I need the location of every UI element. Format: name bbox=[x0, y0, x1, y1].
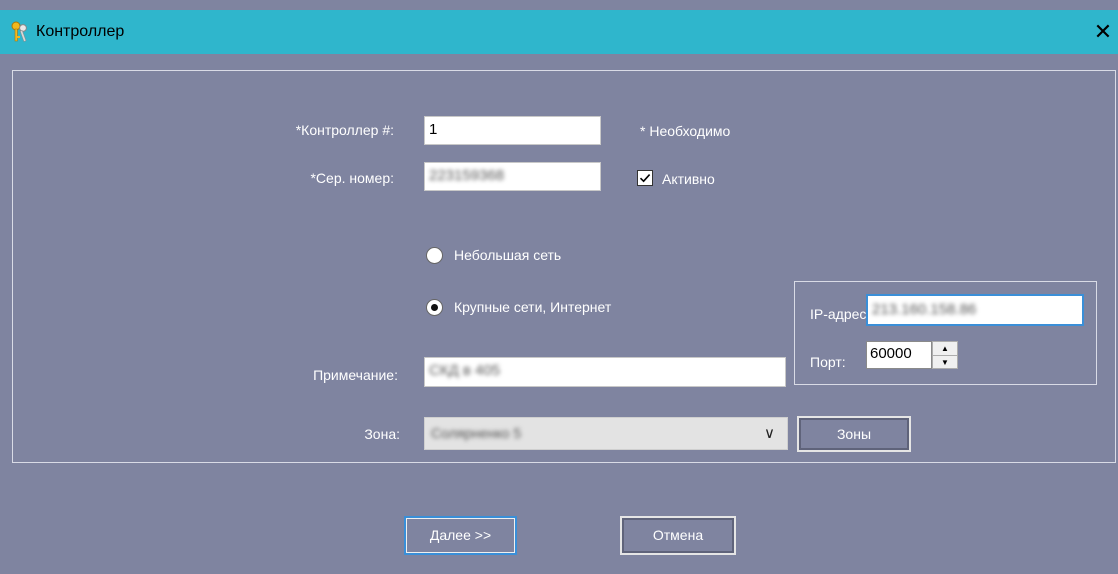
note-value: СКД в 405 bbox=[429, 362, 501, 379]
active-label: Активно bbox=[662, 171, 715, 187]
ip-address-input[interactable]: 213.160.158.86 bbox=[866, 294, 1084, 326]
port-label: Порт: bbox=[810, 354, 846, 370]
title-bar: Контроллер ✕ bbox=[0, 10, 1118, 54]
radio-selected-dot bbox=[431, 304, 438, 311]
cancel-button[interactable]: Отмена bbox=[620, 516, 736, 555]
next-button[interactable]: Далее >> bbox=[404, 516, 517, 555]
active-checkbox[interactable] bbox=[637, 170, 653, 186]
zone-label: Зона: bbox=[364, 426, 400, 442]
note-input[interactable]: СКД в 405 bbox=[424, 357, 786, 387]
port-spinner[interactable]: ▲ ▼ bbox=[932, 341, 958, 369]
spin-up-icon[interactable]: ▲ bbox=[933, 342, 957, 356]
keys-icon bbox=[11, 21, 27, 42]
small-network-label: Небольшая сеть bbox=[454, 247, 562, 263]
zones-button[interactable]: Зоны bbox=[797, 416, 911, 452]
small-network-radio[interactable] bbox=[426, 247, 443, 264]
window-title: Контроллер bbox=[36, 23, 125, 40]
serial-number-input[interactable]: 223159368 bbox=[424, 162, 601, 191]
controller-number-input[interactable]: 1 bbox=[424, 116, 601, 145]
ip-address-value: 213.160.158.86 bbox=[872, 301, 977, 318]
close-icon: ✕ bbox=[1093, 19, 1113, 44]
zone-select-value: Солярненко 5 bbox=[431, 425, 522, 441]
close-button[interactable]: ✕ bbox=[1090, 19, 1116, 45]
note-label: Примечание: bbox=[313, 367, 398, 383]
port-input[interactable]: 60000 bbox=[866, 341, 932, 369]
zone-select[interactable]: Солярненко 5 ∨ bbox=[424, 417, 788, 450]
controller-number-label: *Контроллер #: bbox=[295, 122, 394, 138]
large-network-radio[interactable] bbox=[426, 299, 443, 316]
chevron-down-icon: ∨ bbox=[764, 425, 775, 442]
checkmark-icon bbox=[639, 174, 651, 183]
required-note: * Необходимо bbox=[640, 123, 731, 139]
serial-number-value: 223159368 bbox=[429, 167, 505, 184]
ip-address-label: IP-адрес bbox=[810, 306, 867, 322]
spin-down-icon[interactable]: ▼ bbox=[933, 356, 957, 369]
serial-number-label: *Сер. номер: bbox=[310, 170, 394, 186]
large-network-label: Крупные сети, Интернет bbox=[454, 299, 612, 315]
controller-dialog: Контроллер ✕ *Контроллер #: 1 * Необходи… bbox=[0, 0, 1118, 574]
